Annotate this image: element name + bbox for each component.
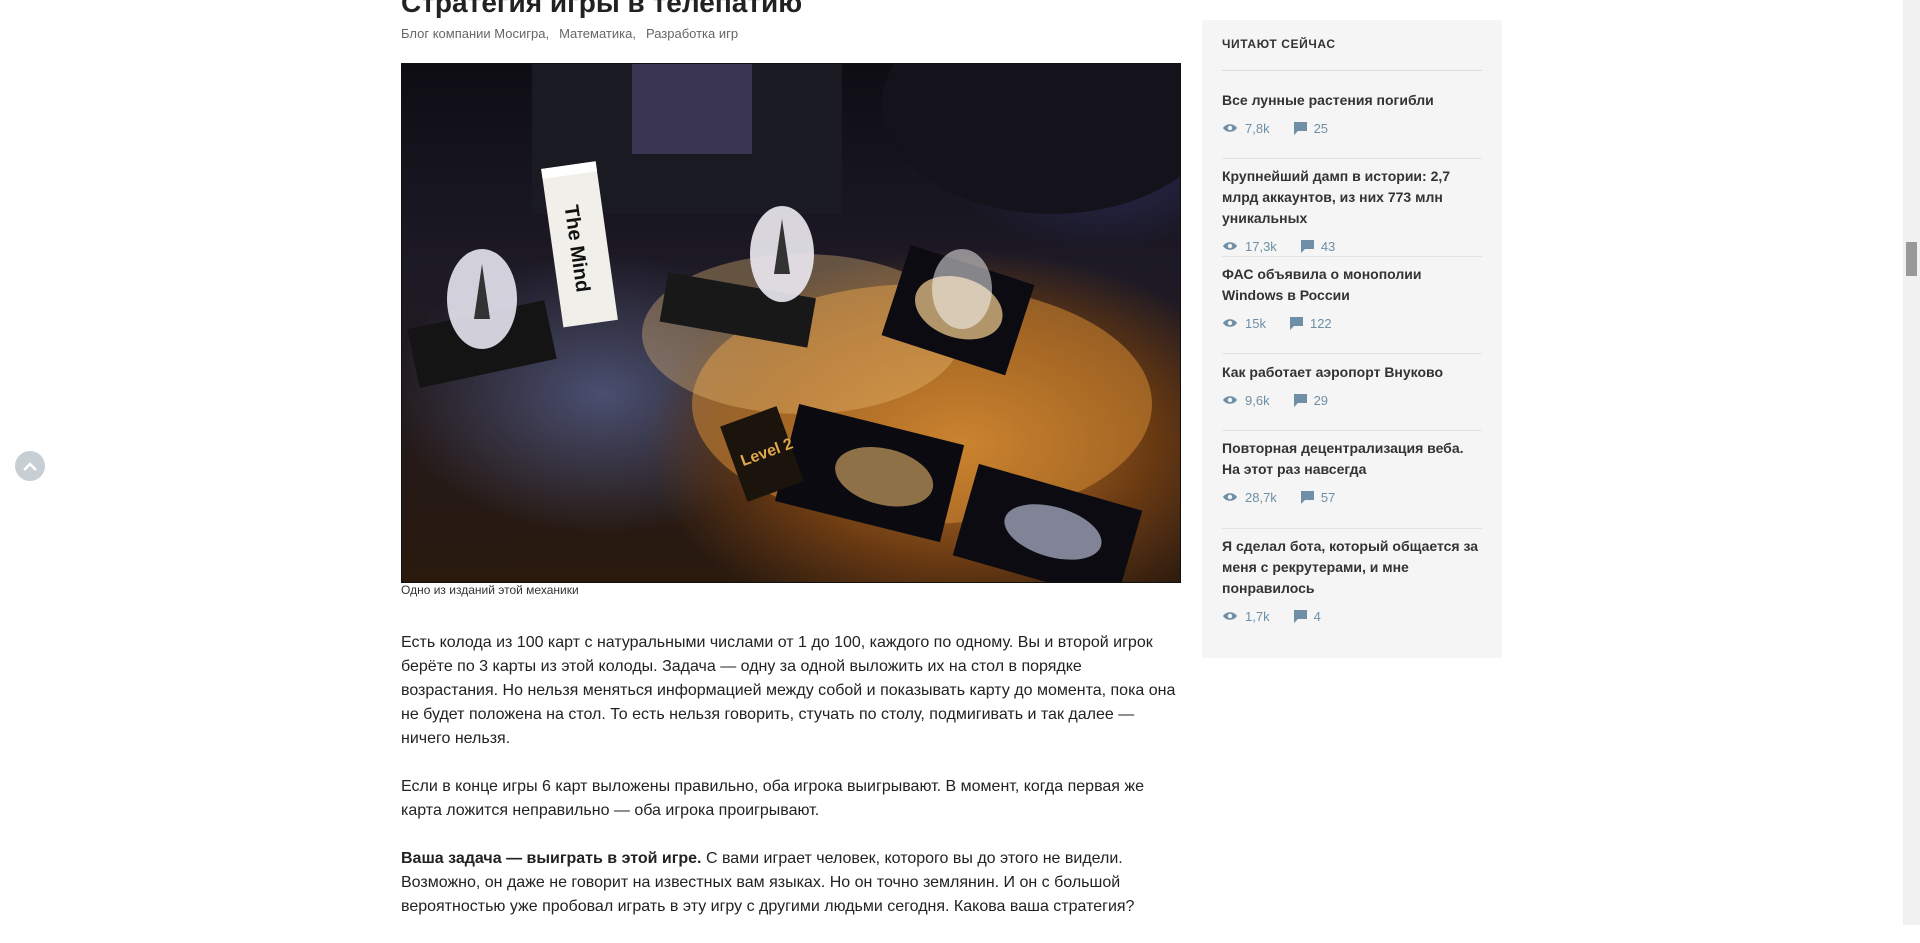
reading-now-sidebar: ЧИТАЮТ СЕЙЧАС Все лунные растения погибл… [1202, 20, 1502, 658]
sidebar-post[interactable]: Повторная децентрализация веба. На этот … [1222, 438, 1482, 505]
paragraph: Есть колода из 100 карт с натуральными ч… [401, 634, 1176, 747]
views-count: 17,3k [1245, 238, 1277, 254]
article-title: Стратегия игры в телепатию [401, 0, 803, 18]
chevron-up-icon [23, 461, 37, 471]
hub-link-mosigra[interactable]: Блог компании Мосигра, [401, 26, 549, 41]
comment-icon [1293, 121, 1307, 135]
scrollbar-thumb[interactable] [1906, 242, 1917, 276]
comments-count: 57 [1320, 489, 1336, 505]
post-stats: 15k 122 [1222, 315, 1482, 331]
comment-icon [1293, 393, 1307, 407]
post-stats: 7,8k 25 [1222, 120, 1482, 136]
sidebar-post[interactable]: Как работает аэропорт Внуково 9,6k 29 [1222, 362, 1482, 408]
board-game-photo: Level 2 The Mind [407, 64, 1180, 582]
article-body: Есть колода из 100 карт с натуральными ч… [401, 631, 1181, 943]
comment-icon [1293, 609, 1307, 623]
comments-count: 122 [1309, 315, 1332, 331]
post-stats: 1,7k 4 [1222, 608, 1482, 624]
post-title[interactable]: ФАС объявила о монополии Windows в Росси… [1222, 264, 1482, 306]
comments-count: 4 [1313, 608, 1321, 624]
views-count: 9,6k [1245, 392, 1270, 408]
divider [1222, 430, 1482, 431]
sidebar-post[interactable]: Я сделал бота, который общается за меня … [1222, 536, 1482, 624]
sidebar-post[interactable]: Крупнейший дамп в истории: 2,7 млрд акка… [1222, 166, 1482, 254]
sidebar-post[interactable]: Все лунные растения погибли 7,8k 25 [1222, 90, 1482, 136]
eye-icon [1223, 493, 1237, 501]
views-count: 28,7k [1245, 489, 1277, 505]
post-title[interactable]: Я сделал бота, который общается за меня … [1222, 536, 1482, 599]
views-count: 7,8k [1245, 120, 1270, 136]
comments-count: 43 [1320, 238, 1336, 254]
post-stats: 17,3k 43 [1222, 238, 1482, 254]
paragraph: Если в конце игры 6 карт выложены правил… [401, 778, 1144, 819]
paragraph: Ваша задача — выиграть в этой игре. С ва… [401, 847, 1181, 919]
eye-icon [1223, 612, 1237, 620]
paragraph-bold-lead: Ваша задача — выиграть в этой игре. [401, 850, 702, 867]
views-count: 15k [1245, 315, 1266, 331]
sidebar-divider [1222, 70, 1482, 71]
post-stats: 9,6k 29 [1222, 392, 1482, 408]
image-caption: Одно из изданий этой механики [401, 583, 579, 597]
comments-count: 25 [1313, 120, 1329, 136]
eye-icon [1223, 242, 1237, 250]
comment-icon [1289, 316, 1303, 330]
comment-icon [1300, 239, 1314, 253]
divider [1222, 256, 1482, 257]
page-scrollbar[interactable] [1903, 0, 1920, 925]
hub-link-math[interactable]: Математика, [559, 26, 636, 41]
divider [1222, 353, 1482, 354]
sidebar-title: ЧИТАЮТ СЕЙЧАС [1222, 37, 1336, 51]
eye-icon [1223, 124, 1237, 132]
article-hubs: Блог компании Мосигра, Математика, Разрабо… [401, 26, 748, 42]
post-title[interactable]: Все лунные растения погибли [1222, 90, 1482, 111]
comments-count: 29 [1313, 392, 1329, 408]
post-title[interactable]: Крупнейший дамп в истории: 2,7 млрд акка… [1222, 166, 1482, 229]
scroll-to-top-button[interactable] [15, 451, 45, 481]
views-count: 1,7k [1245, 608, 1270, 624]
post-title[interactable]: Как работает аэропорт Внуково [1222, 362, 1482, 383]
comment-icon [1300, 490, 1314, 504]
post-stats: 28,7k 57 [1222, 489, 1482, 505]
sidebar-post[interactable]: ФАС объявила о монополии Windows в Росси… [1222, 264, 1482, 331]
divider [1222, 158, 1482, 159]
article-image: Level 2 The Mind [401, 63, 1181, 583]
divider [1222, 528, 1482, 529]
post-title[interactable]: Повторная децентрализация веба. На этот … [1222, 438, 1482, 480]
eye-icon [1223, 396, 1237, 404]
hub-link-gamedev[interactable]: Разработка игр [646, 26, 738, 41]
eye-icon [1223, 319, 1237, 327]
